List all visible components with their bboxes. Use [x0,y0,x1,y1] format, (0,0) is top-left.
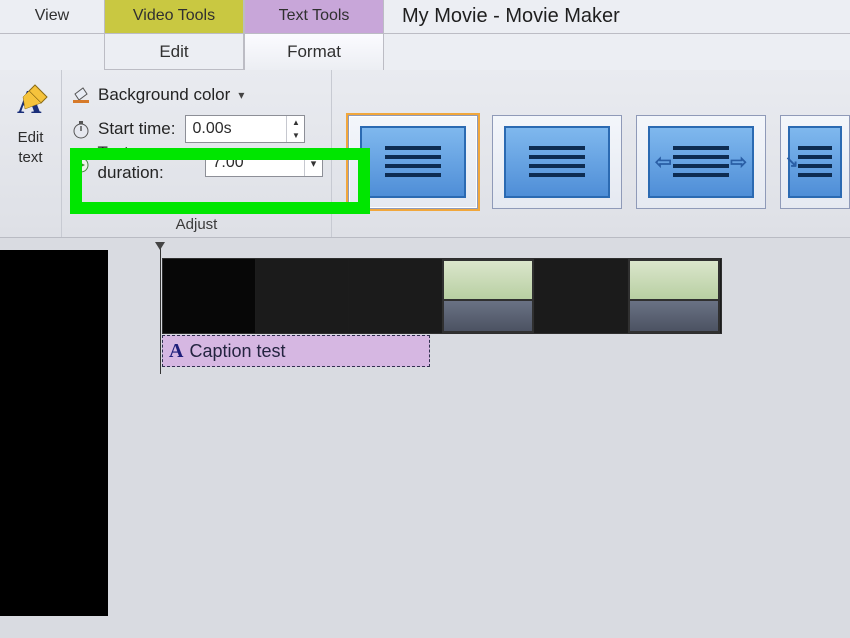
caption-clip[interactable]: A Caption test [162,335,430,367]
adjust-group-label: Adjust [62,216,331,233]
arrow-curve-icon: ↘ [785,152,798,172]
tab-format[interactable]: Format [244,34,384,70]
start-time-label: Start time: [98,119,175,139]
stopwatch-play-icon [70,153,92,173]
sub-tab-row: Edit Format [0,34,850,70]
text-duration-input[interactable]: 7.00 ▾ [205,149,323,177]
start-time-value: 0.00s [186,120,286,138]
caption-clip-text: Caption test [189,341,285,362]
video-track[interactable] [162,258,722,334]
window-title: My Movie - Movie Maker [384,0,850,33]
text-duration-value: 7.00 [206,154,304,172]
arrow-right-icon: ⇨ [730,149,747,174]
clip-thumb[interactable] [163,259,256,333]
text-duration-label: Text duration: [98,143,198,183]
text-effect-expand[interactable]: ⇦ ⇨ [636,115,766,209]
clip-thumb[interactable] [442,259,535,333]
background-color-label: Background color [98,85,230,105]
text-duration-row: Text duration: 7.00 ▾ [70,146,323,180]
preview-pane [0,250,108,616]
clip-thumb[interactable] [256,259,349,333]
stopwatch-icon [70,119,92,139]
paint-bucket-icon [70,85,92,105]
contextual-tab-row: View Video Tools Text Tools My Movie - M… [0,0,850,34]
edit-text-button[interactable]: A Edittext [0,70,62,237]
playhead[interactable] [160,248,161,374]
clip-thumb[interactable] [535,259,628,333]
edit-text-label: Edittext [18,128,44,168]
clip-thumb[interactable] [628,259,721,333]
tab-view[interactable]: View [0,7,104,33]
clip-thumb[interactable] [349,259,442,333]
contextual-tab-text-tools[interactable]: Text Tools [244,0,384,33]
ribbon: A Edittext Background color ▾ Start time… [0,70,850,238]
start-time-input[interactable]: 0.00s ▲▼ [185,115,305,143]
text-clip-icon: A [169,340,183,363]
text-effects-gallery: ⇦ ⇨ ↘ [332,70,850,237]
contextual-tab-video-tools[interactable]: Video Tools [104,0,244,33]
text-effect-swing[interactable]: ↘ [780,115,850,209]
chevron-down-icon: ▾ [238,88,244,102]
text-effect-none[interactable] [348,115,478,209]
timeline-area: A Caption test [0,238,850,638]
tab-edit[interactable]: Edit [104,34,244,70]
arrow-left-icon: ⇦ [655,149,672,174]
background-color-button[interactable]: Background color ▾ [70,78,323,112]
start-time-row: Start time: 0.00s ▲▼ [70,112,323,146]
text-effect-slide[interactable] [492,115,622,209]
adjust-group: Background color ▾ Start time: 0.00s ▲▼ … [62,70,332,237]
spinner-arrows[interactable]: ▲▼ [286,116,304,142]
edit-text-icon: A [8,78,54,124]
dropdown-arrow-icon[interactable]: ▾ [304,150,322,176]
